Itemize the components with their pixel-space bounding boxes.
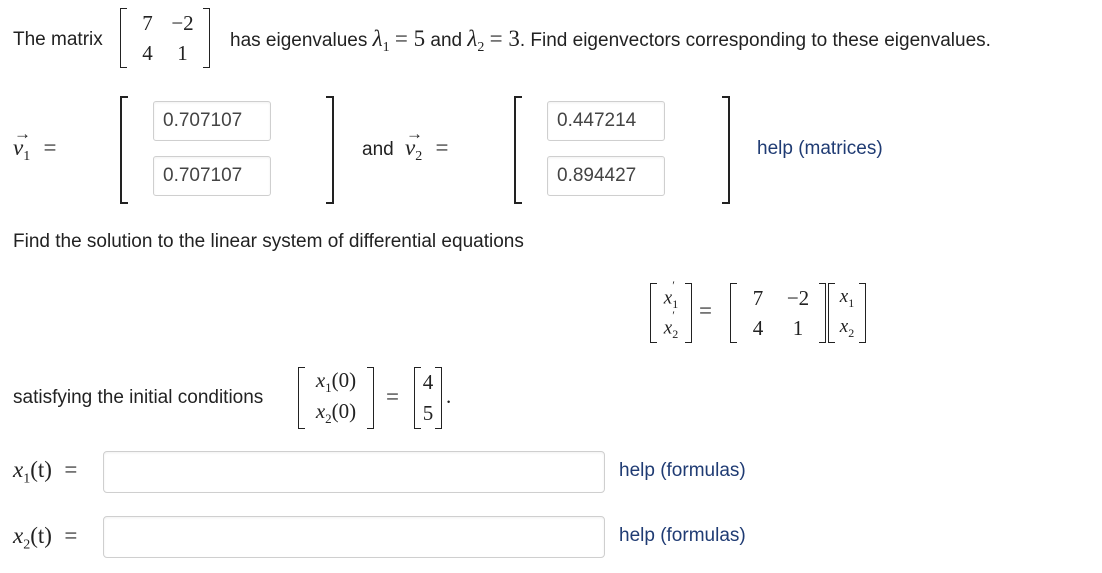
v2-bracket-left: [514, 96, 522, 204]
ic-arg: (0): [331, 399, 357, 424]
initial-lhs-vector: x1(0) x2(0): [298, 367, 374, 429]
system-prompt: Find the solution to the linear system o…: [13, 231, 524, 252]
system-lhs-vector: x ′ 1 x ′ 2: [650, 279, 692, 343]
rhs-x: x: [839, 286, 849, 308]
lhs-prime: ′: [672, 277, 675, 292]
and-text: and: [362, 139, 394, 160]
v2-sub: 2: [415, 148, 423, 164]
x1-arg: (t): [30, 457, 52, 482]
x2-equals: =: [64, 523, 78, 548]
x2-answer-input[interactable]: [103, 516, 605, 558]
v1-bracket-left: [120, 96, 128, 204]
eigen-and: and: [430, 30, 463, 51]
matrix-a-cell: 7: [142, 10, 153, 35]
v1-bracket-right: [326, 96, 334, 204]
initial-period: .: [446, 384, 452, 408]
lhs-prime: ′: [672, 307, 675, 322]
system-equals: =: [699, 298, 712, 323]
x2-arg: (t): [30, 523, 52, 548]
rhs-sub: 2: [848, 325, 855, 340]
initial-equals: =: [386, 384, 399, 409]
lhs-x: x: [663, 317, 673, 339]
lambda-1: λ: [372, 26, 383, 51]
lambda-2-sub: 2: [477, 39, 485, 55]
matrix-a-cell: 4: [142, 40, 153, 65]
system-matrix-cell: 7: [752, 285, 764, 310]
v1-component-1-input[interactable]: [153, 101, 271, 141]
rhs-sub: 1: [848, 295, 855, 310]
system-matrix-cell: 1: [792, 315, 804, 340]
intro-text: The matrix: [13, 29, 103, 50]
v1-equals: =: [43, 135, 57, 160]
x1-answer-input[interactable]: [103, 451, 605, 493]
help-formulas-link-1[interactable]: help (formulas): [619, 460, 746, 482]
matrix-a-cell: 1: [177, 40, 188, 65]
x1-var: x: [13, 457, 24, 482]
lambda-2-value: = 3: [489, 26, 520, 51]
rhs-x: x: [839, 316, 849, 338]
matrix-a: 7 −2 4 1: [120, 8, 210, 68]
ic-arg: (0): [331, 368, 357, 393]
x1-label: x1(t) =: [13, 456, 77, 488]
v1-label: → v1 =: [13, 124, 57, 164]
lambda-1-value: = 5: [394, 26, 426, 51]
ic-x: x: [315, 368, 326, 393]
initial-prompt: satisfying the initial conditions: [13, 387, 264, 408]
initial-values-vector: 4 5: [414, 367, 442, 429]
eigenvalue-statement: has eigenvalues λ1 = 5 and λ2 = 3. Find …: [230, 26, 991, 56]
system-matrix-cell: −2: [786, 285, 810, 310]
v1-sub: 1: [23, 148, 31, 164]
v2-component-2-input[interactable]: [547, 156, 665, 196]
help-matrices-link[interactable]: help (matrices): [757, 138, 883, 160]
v1-component-2-input[interactable]: [153, 156, 271, 196]
matrix-a-cell: −2: [171, 10, 194, 35]
lhs-sub: 2: [672, 327, 679, 342]
eigen-instruction: . Find eigenvectors corresponding to the…: [519, 30, 991, 51]
v2-equals: =: [435, 135, 449, 160]
system-matrix: 7 −2 4 1: [730, 283, 826, 343]
x2-label: x2(t) =: [13, 522, 77, 554]
x1-equals: =: [64, 457, 78, 482]
v2-label: and → v2 =: [362, 124, 449, 164]
help-formulas-link-2[interactable]: help (formulas): [619, 525, 746, 547]
system-rhs-vector: x1 x2: [828, 283, 866, 343]
lhs-x: x: [663, 287, 673, 309]
v2-bracket-right: [722, 96, 730, 204]
lambda-2: λ: [467, 26, 478, 51]
ic-x: x: [315, 399, 326, 424]
initial-value: 5: [422, 401, 434, 425]
system-matrix-cell: 4: [752, 315, 764, 340]
v2-component-1-input[interactable]: [547, 101, 665, 141]
lambda-1-sub: 1: [382, 39, 390, 55]
eigen-text: has eigenvalues: [230, 30, 368, 51]
x2-var: x: [13, 523, 24, 548]
initial-value: 4: [422, 370, 434, 394]
